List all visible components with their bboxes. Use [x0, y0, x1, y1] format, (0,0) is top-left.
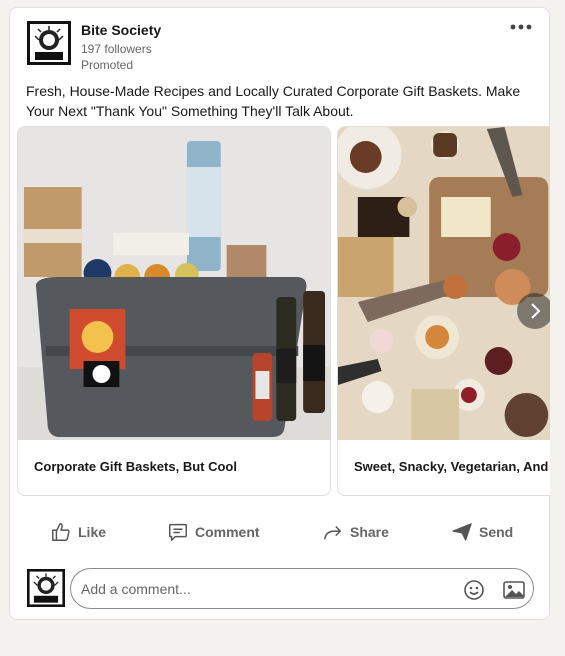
chevron-right-icon [531, 303, 541, 319]
comment-label: Comment [195, 524, 260, 540]
company-name[interactable]: Bite Society [81, 22, 161, 38]
bite-society-logo-icon [27, 21, 71, 65]
more-options-button[interactable] [506, 18, 536, 36]
thumbs-up-icon [52, 523, 70, 541]
share-arrow-icon [324, 525, 342, 540]
slide-caption: Sweet, Snacky, Vegetarian, And [354, 459, 549, 474]
comment-button[interactable]: Comment [167, 516, 260, 548]
smiley-icon [464, 580, 484, 600]
speech-bubble-icon [169, 523, 187, 541]
social-actions-bar: Like Comment Share Send [10, 516, 551, 548]
company-logo[interactable] [27, 21, 71, 65]
gift-basket-image [18, 127, 330, 440]
send-label: Send [479, 524, 514, 540]
image-icon [503, 581, 525, 599]
feed-post-card: Bite Society 197 followers Promoted Fres… [9, 7, 550, 620]
carousel-next-button[interactable] [517, 293, 550, 329]
share-label: Share [350, 524, 389, 540]
share-button[interactable]: Share [322, 516, 389, 548]
carousel-slide[interactable]: Corporate Gift Baskets, But Cool [17, 126, 331, 496]
more-horizontal-icon [510, 24, 532, 30]
like-button[interactable]: Like [50, 516, 106, 548]
snack-board-image [338, 127, 550, 440]
add-image-button[interactable] [502, 578, 526, 602]
comment-input[interactable] [81, 578, 441, 600]
promoted-label: Promoted [81, 58, 134, 72]
comment-box [70, 568, 534, 609]
like-label: Like [78, 524, 107, 540]
current-user-avatar[interactable] [27, 569, 65, 607]
send-button[interactable]: Send [451, 516, 513, 548]
paper-plane-icon [452, 523, 472, 541]
image-carousel: Corporate Gift Baskets, But Cool Sweet, … [17, 126, 550, 496]
follower-count: 197 followers [81, 42, 152, 56]
bite-society-logo-icon [27, 569, 65, 607]
post-text: Fresh, House-Made Recipes and Locally Cu… [26, 83, 521, 119]
slide-caption: Corporate Gift Baskets, But Cool [34, 459, 237, 474]
emoji-button[interactable] [462, 578, 486, 602]
